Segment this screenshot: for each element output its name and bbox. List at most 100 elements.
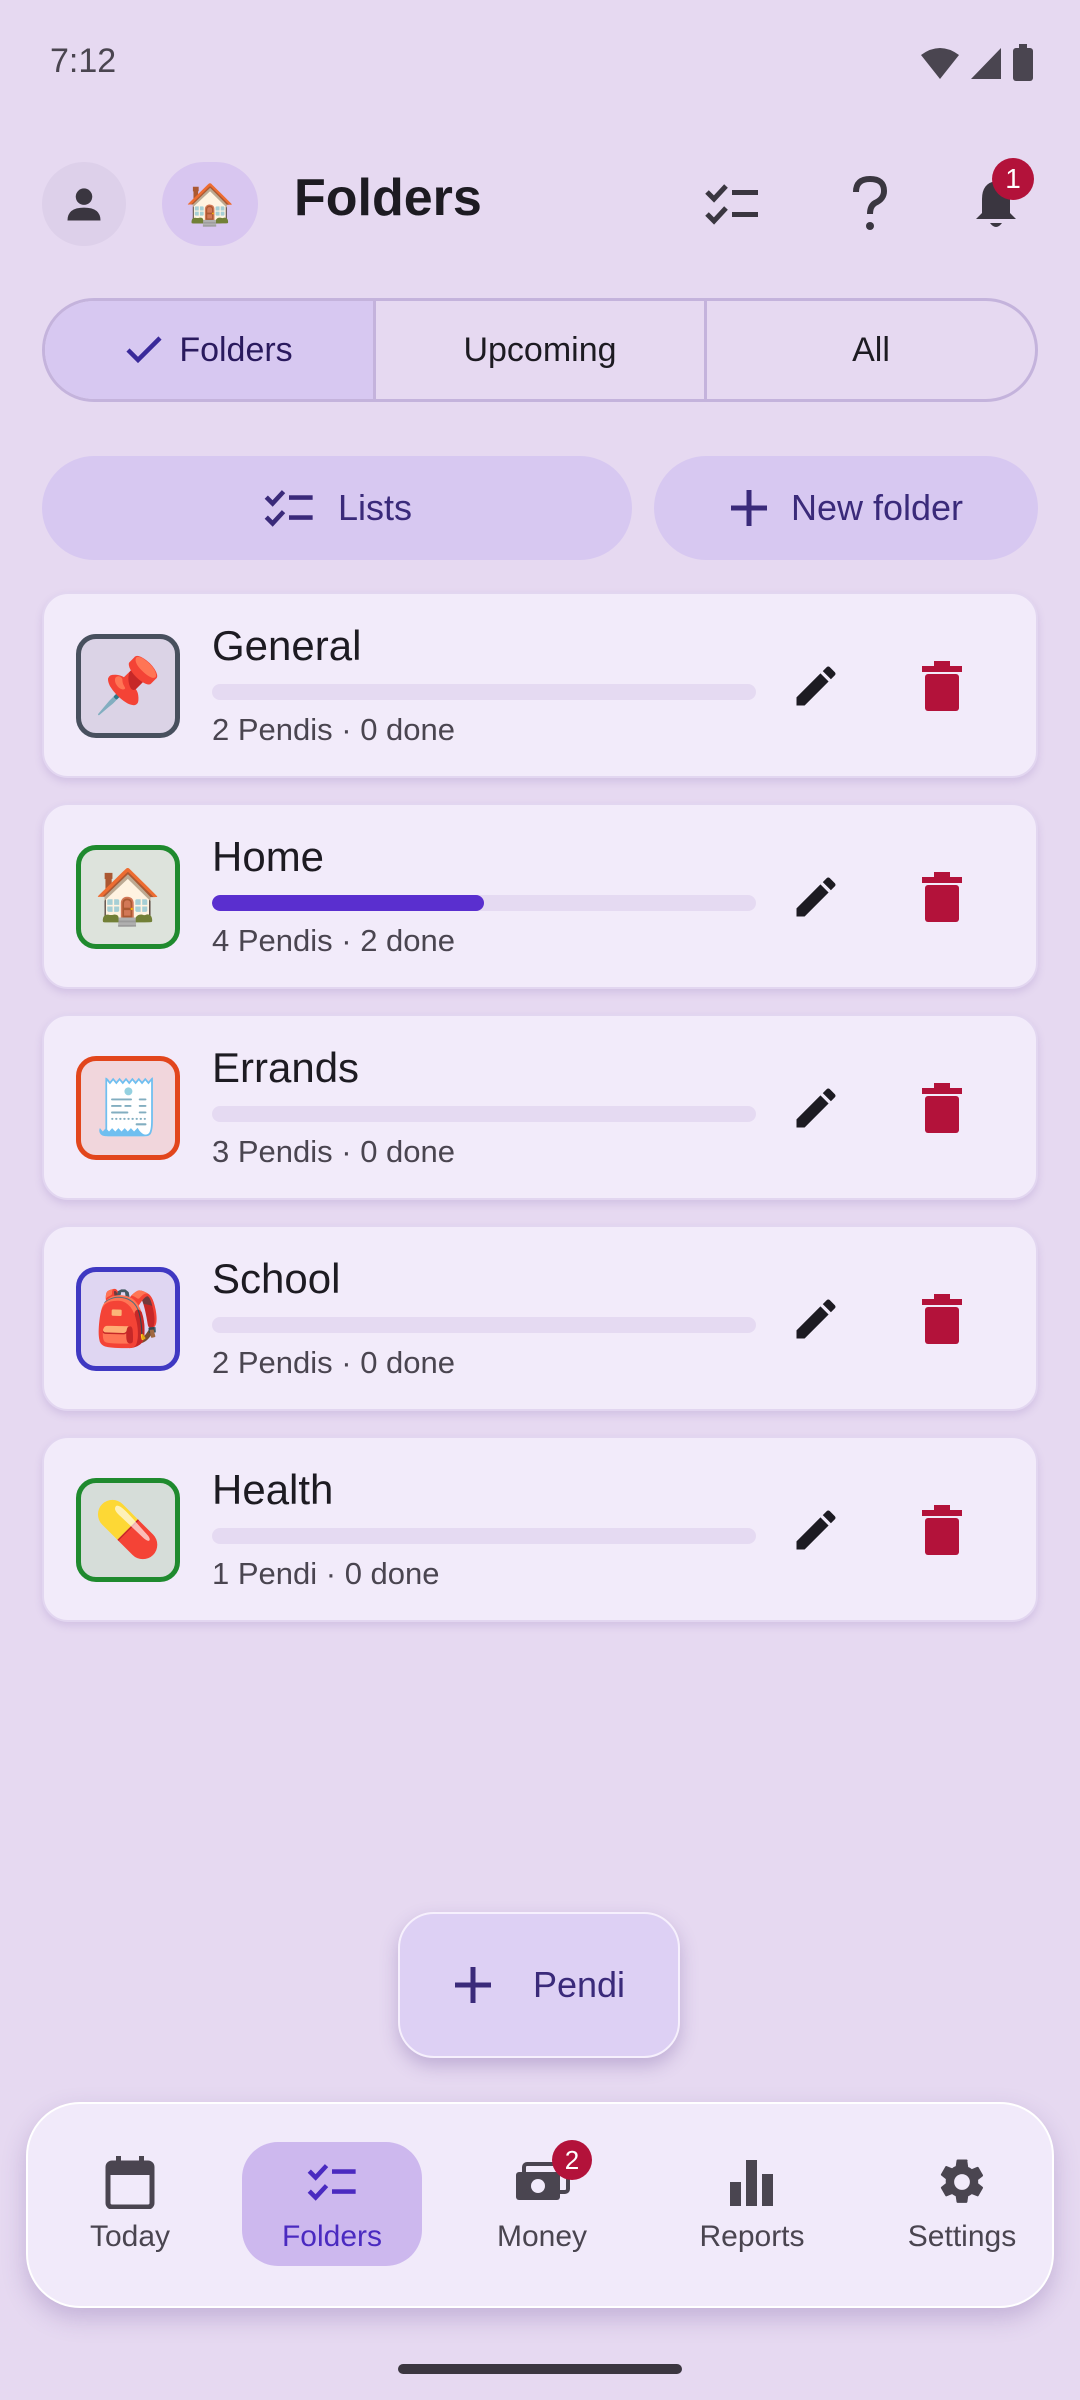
nav-reports[interactable]: Reports <box>662 2142 842 2266</box>
home-switcher-button[interactable]: 🏠 <box>162 162 258 246</box>
nav-label: Settings <box>907 2220 1017 2253</box>
folder-meta: 3 Pendis · 0 done <box>212 1134 456 1169</box>
nav-money[interactable]: 2 Money <box>452 2140 632 2266</box>
tab-folders[interactable]: Folders <box>45 301 376 399</box>
tab-all[interactable]: All <box>707 301 1035 399</box>
folder-name: Health <box>212 1466 334 1513</box>
account-button[interactable] <box>42 162 126 246</box>
fab-label: Pendi <box>532 1964 626 2005</box>
trash-icon <box>922 661 962 711</box>
folder-card-health[interactable]: 💊 Health 1 Pendi · 0 done <box>42 1436 1038 1622</box>
status-bar: 7:12 <box>0 0 1080 130</box>
edit-folder-button[interactable] <box>784 654 848 718</box>
folder-name: Errands <box>212 1044 360 1091</box>
delete-folder-button[interactable] <box>910 865 974 929</box>
delete-folder-button[interactable] <box>910 1498 974 1562</box>
folder-card-school[interactable]: 🎒 School 2 Pendis · 0 done <box>42 1225 1038 1411</box>
nav-label: Today <box>89 2220 171 2253</box>
folder-name: Home <box>212 833 325 880</box>
folder-emoji-house: 🏠 <box>76 845 180 949</box>
trash-icon <box>922 1083 962 1133</box>
folder-meta: 4 Pendis · 2 done <box>212 923 456 958</box>
battery-icon <box>1013 44 1033 81</box>
bottom-nav: Today Folders 2 Money Reports Settings <box>26 2102 1054 2308</box>
nav-settings[interactable]: Settings <box>872 2142 1052 2266</box>
folder-meta: 1 Pendi · 0 done <box>212 1556 440 1591</box>
trash-icon <box>922 1294 962 1344</box>
folder-progress <box>212 1106 756 1122</box>
home-indicator[interactable] <box>398 2364 682 2374</box>
plus-icon <box>730 490 767 526</box>
folder-emoji-backpack: 🎒 <box>76 1267 180 1371</box>
help-icon <box>853 176 888 230</box>
folder-progress <box>212 895 756 911</box>
checklist-icon <box>264 490 313 527</box>
bar-chart-icon <box>724 2154 780 2210</box>
checklist-button[interactable] <box>700 172 764 236</box>
folder-meta: 2 Pendis · 0 done <box>212 1345 456 1380</box>
nav-label: Reports <box>699 2220 805 2253</box>
folder-emoji: 🏠 <box>94 866 162 927</box>
checklist-icon <box>705 184 758 225</box>
person-icon <box>67 188 101 221</box>
tab-label: All <box>852 330 890 369</box>
folder-name: General <box>212 622 362 669</box>
nav-today[interactable]: Today <box>40 2142 220 2266</box>
edit-folder-button[interactable] <box>784 865 848 929</box>
pencil-icon <box>796 1088 836 1128</box>
page-title: Folders <box>294 169 482 227</box>
folder-card-general[interactable]: 📌 General 2 Pendis · 0 done <box>42 592 1038 778</box>
folder-emoji-receipt: 🧾 <box>76 1056 180 1160</box>
lists-label: Lists <box>337 487 413 528</box>
lists-button[interactable]: Lists <box>42 456 632 560</box>
folder-emoji: 📌 <box>94 655 162 716</box>
trash-icon <box>922 872 962 922</box>
folder-emoji-pill: 💊 <box>76 1478 180 1582</box>
pencil-icon <box>796 1299 836 1339</box>
status-icons <box>920 44 1034 82</box>
delete-folder-button[interactable] <box>910 654 974 718</box>
trash-icon <box>922 1505 962 1555</box>
check-icon <box>126 336 162 364</box>
notifications-button[interactable]: 1 <box>964 158 1034 236</box>
folder-progress <box>212 1528 756 1544</box>
new-folder-button[interactable]: New folder <box>654 456 1038 560</box>
pencil-icon <box>796 877 836 917</box>
folder-card-home[interactable]: 🏠 Home 4 Pendis · 2 done <box>42 803 1038 989</box>
folder-meta: 2 Pendis · 0 done <box>212 712 456 747</box>
folder-list: 📌 General 2 Pendis · 0 done 🏠 Home 4 Pen… <box>42 592 1038 1647</box>
edit-folder-button[interactable] <box>784 1287 848 1351</box>
calendar-icon <box>102 2154 158 2210</box>
tab-label: Upcoming <box>463 330 617 369</box>
pencil-icon <box>796 666 836 706</box>
signal-icon <box>971 48 1001 79</box>
delete-folder-button[interactable] <box>910 1287 974 1351</box>
folder-emoji: 🧾 <box>94 1077 162 1138</box>
folder-progress <box>212 684 756 700</box>
tab-label: Folders <box>179 330 293 369</box>
folder-emoji-pin: 📌 <box>76 634 180 738</box>
folder-progress-fill <box>212 895 484 911</box>
folder-emoji: 💊 <box>94 1499 162 1560</box>
nav-label: Money <box>496 2220 588 2253</box>
view-tabs: Folders Upcoming All <box>42 298 1038 402</box>
status-time: 7:12 <box>50 42 117 80</box>
pencil-icon <box>796 1510 836 1550</box>
money-badge: 2 <box>552 2140 592 2180</box>
checklist-icon <box>304 2154 360 2210</box>
home-emoji: 🏠 <box>185 182 235 227</box>
help-button[interactable] <box>838 172 902 236</box>
app-header: 🏠 Folders 1 <box>0 150 1080 260</box>
money-icon: 2 <box>514 2140 592 2210</box>
notification-badge: 1 <box>992 158 1034 200</box>
folder-card-errands[interactable]: 🧾 Errands 3 Pendis · 0 done <box>42 1014 1038 1200</box>
tab-upcoming[interactable]: Upcoming <box>376 301 707 399</box>
action-row: Lists New folder <box>42 456 1038 560</box>
plus-icon <box>454 1967 491 2003</box>
add-pendi-fab[interactable]: Pendi <box>398 1912 680 2058</box>
delete-folder-button[interactable] <box>910 1076 974 1140</box>
nav-label: Folders <box>281 2220 383 2253</box>
edit-folder-button[interactable] <box>784 1498 848 1562</box>
edit-folder-button[interactable] <box>784 1076 848 1140</box>
nav-folders[interactable]: Folders <box>242 2142 422 2266</box>
